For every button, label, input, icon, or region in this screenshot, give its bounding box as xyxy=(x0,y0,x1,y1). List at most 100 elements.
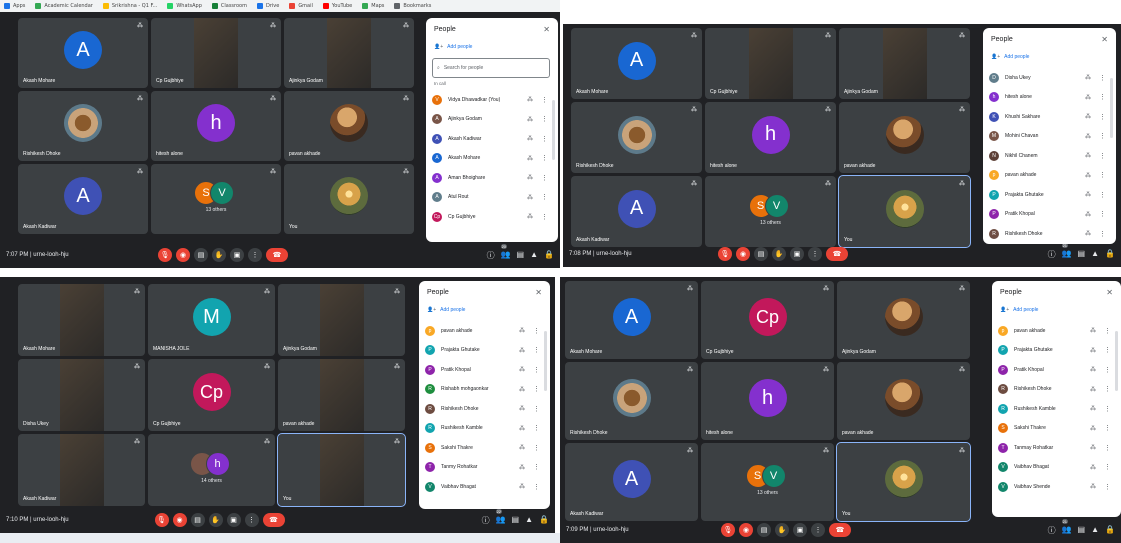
participant-tile[interactable]: h 14 others ⁂ xyxy=(148,434,275,506)
host-controls-button[interactable]: 🔒 xyxy=(539,515,549,526)
add-people-button[interactable]: 👤+ Add people xyxy=(434,44,472,50)
bookmark-item[interactable]: WhatsApp xyxy=(167,3,202,9)
participant-tile[interactable]: ⁂ You xyxy=(284,164,414,234)
info-button[interactable]: ⓘ xyxy=(482,515,490,526)
participant-tile[interactable]: A ⁂ Akash Mohare xyxy=(18,18,148,88)
participant-row[interactable]: V Vidya Dhawadkar (You) ⁂ ⋮ xyxy=(432,90,548,110)
more-options-icon[interactable]: ⋮ xyxy=(533,346,540,354)
close-icon[interactable]: ✕ xyxy=(535,288,542,297)
participant-tile[interactable]: h ⁂ hitesh alone xyxy=(151,91,281,161)
more-options-icon[interactable]: ⋮ xyxy=(541,135,548,143)
activities-button[interactable]: ▲ xyxy=(525,515,533,526)
scrollbar[interactable] xyxy=(1110,78,1113,138)
participant-tile[interactable]: ⁂ pavan akhade xyxy=(837,362,970,440)
participant-tile[interactable]: ⁂ pavan akhade xyxy=(839,102,970,173)
participant-tile[interactable]: ⁂ You xyxy=(838,175,971,248)
more-options-icon[interactable]: ⋮ xyxy=(1104,444,1111,452)
mic-off-button[interactable]: 🎙 xyxy=(721,523,735,537)
host-controls-button[interactable]: 🔒 xyxy=(1105,525,1115,536)
host-controls-button[interactable]: 🔒 xyxy=(544,250,554,261)
close-icon[interactable]: ✕ xyxy=(1101,35,1108,44)
participant-row[interactable]: P Prajakta Ghutake ⁂ ⋮ xyxy=(998,341,1111,361)
participant-tile[interactable]: A ⁂ Akash Kadiwar xyxy=(18,164,148,234)
more-options-icon[interactable]: ⋮ xyxy=(1099,171,1106,179)
raise-hand-button[interactable]: ✋ xyxy=(772,247,786,261)
participant-tile[interactable]: ⁂ Ajinkya Godam xyxy=(839,28,970,99)
more-options-icon[interactable]: ⋮ xyxy=(541,115,548,123)
people-button[interactable]: 👥 xyxy=(1062,249,1072,260)
more-options-button[interactable]: ⋮ xyxy=(248,248,262,262)
participant-row[interactable]: P Prajakta Ghutake ⁂ ⋮ xyxy=(989,185,1106,205)
more-options-icon[interactable]: ⋮ xyxy=(1104,385,1111,393)
participant-tile[interactable]: M ⁂ MANISHA JOLE xyxy=(148,284,275,356)
raise-hand-button[interactable]: ✋ xyxy=(208,513,223,527)
more-options-icon[interactable]: ⋮ xyxy=(1104,346,1111,354)
participant-tile[interactable]: h ⁂ hitesh alone xyxy=(701,362,834,440)
info-button[interactable]: ⓘ xyxy=(487,250,495,261)
more-options-button[interactable]: ⋮ xyxy=(244,513,259,527)
participant-row[interactable]: R Rishikesh Dhoke ⁂ ⋮ xyxy=(425,399,540,419)
more-options-icon[interactable]: ⋮ xyxy=(1104,483,1111,491)
participant-tile[interactable]: ⁂ Rishikesh Dhoke xyxy=(18,91,148,161)
captions-button[interactable]: ▤ xyxy=(754,247,768,261)
bookmark-item[interactable]: Drive xyxy=(256,3,279,9)
add-people-button[interactable]: 👤+ Add people xyxy=(427,307,465,313)
participant-row[interactable]: R Rishikesh Dhoke ⁂ ⋮ xyxy=(998,380,1111,400)
participant-row[interactable]: T Tanmay Rohatkar ⁂ ⋮ xyxy=(998,438,1111,458)
present-button[interactable]: ▣ xyxy=(230,248,244,262)
people-button[interactable]: 👥 xyxy=(1062,525,1072,536)
end-call-button[interactable]: ☎ xyxy=(829,523,851,537)
participant-row[interactable]: P Pratik Khopal ⁂ ⋮ xyxy=(989,205,1106,225)
present-button[interactable]: ▣ xyxy=(793,523,807,537)
more-options-icon[interactable]: ⋮ xyxy=(541,154,548,162)
more-options-icon[interactable]: ⋮ xyxy=(1099,93,1106,101)
participant-tile[interactable]: S V 13 others ⁂ xyxy=(705,176,836,247)
chat-button[interactable]: ▤ xyxy=(1078,249,1086,260)
activities-button[interactable]: ▲ xyxy=(1091,249,1099,260)
participant-row[interactable]: D Disha Ukey ⁂ ⋮ xyxy=(989,68,1106,88)
host-controls-button[interactable]: 🔒 xyxy=(1105,249,1115,260)
close-icon[interactable]: ✕ xyxy=(1106,288,1113,297)
bookmark-item[interactable]: Academic Calendar xyxy=(35,3,93,9)
search-input[interactable]: ⌕ Search for people xyxy=(432,58,550,78)
participant-tile[interactable]: ⁂ Rishikesh Dhoke xyxy=(571,102,702,173)
camera-off-button[interactable]: ◉ xyxy=(176,248,190,262)
info-button[interactable]: ⓘ xyxy=(1048,525,1056,536)
participant-row[interactable]: P Prajakta Ghutake ⁂ ⋮ xyxy=(425,341,540,361)
participant-tile[interactable]: ⁂ Cp Gujbhiye xyxy=(705,28,836,99)
participant-tile[interactable]: Cp ⁂ Cp Gujbhiye xyxy=(148,359,275,431)
captions-button[interactable]: ▤ xyxy=(757,523,771,537)
more-options-icon[interactable]: ⋮ xyxy=(1099,132,1106,140)
more-options-icon[interactable]: ⋮ xyxy=(1099,210,1106,218)
participant-tile[interactable]: ⁂ Cp Gujbhiye xyxy=(151,18,281,88)
more-options-icon[interactable]: ⋮ xyxy=(533,424,540,432)
bookmark-item[interactable]: YouTube xyxy=(322,3,352,9)
participant-tile[interactable]: S V 13 others ⁂ xyxy=(701,443,834,521)
participant-tile[interactable]: S V 13 others ⁂ xyxy=(151,164,281,234)
raise-hand-button[interactable]: ✋ xyxy=(775,523,789,537)
present-button[interactable]: ▣ xyxy=(790,247,804,261)
more-options-icon[interactable]: ⋮ xyxy=(1099,152,1106,160)
activities-button[interactable]: ▲ xyxy=(530,250,538,261)
more-options-icon[interactable]: ⋮ xyxy=(541,213,548,221)
participant-row[interactable]: A Atul Rout ⁂ ⋮ xyxy=(432,188,548,208)
more-options-icon[interactable]: ⋮ xyxy=(541,96,548,104)
close-icon[interactable]: ✕ xyxy=(543,25,550,34)
more-options-icon[interactable]: ⋮ xyxy=(541,193,548,201)
participant-row[interactable]: A Akash Kadiwar ⁂ ⋮ xyxy=(432,129,548,149)
end-call-button[interactable]: ☎ xyxy=(262,513,285,527)
more-options-icon[interactable]: ⋮ xyxy=(1104,463,1111,471)
mic-off-button[interactable]: 🎙 xyxy=(154,513,169,527)
participant-row[interactable]: V Vaibhav Shende ⁂ ⋮ xyxy=(998,477,1111,497)
participant-row[interactable]: p pavan akhade ⁂ ⋮ xyxy=(989,166,1106,186)
captions-button[interactable]: ▤ xyxy=(190,513,205,527)
bookmark-item[interactable]: Classroom xyxy=(211,3,247,9)
participant-row[interactable]: p pavan akhade ⁂ ⋮ xyxy=(998,321,1111,341)
scrollbar[interactable] xyxy=(552,100,555,160)
camera-off-button[interactable]: ◉ xyxy=(736,247,750,261)
add-people-button[interactable]: 👤+ Add people xyxy=(991,54,1029,60)
add-people-button[interactable]: 👤+ Add people xyxy=(1000,307,1038,313)
participant-row[interactable]: A Aman Bhoighare ⁂ ⋮ xyxy=(432,168,548,188)
end-call-button[interactable]: ☎ xyxy=(826,247,848,261)
more-options-icon[interactable]: ⋮ xyxy=(1099,230,1106,238)
